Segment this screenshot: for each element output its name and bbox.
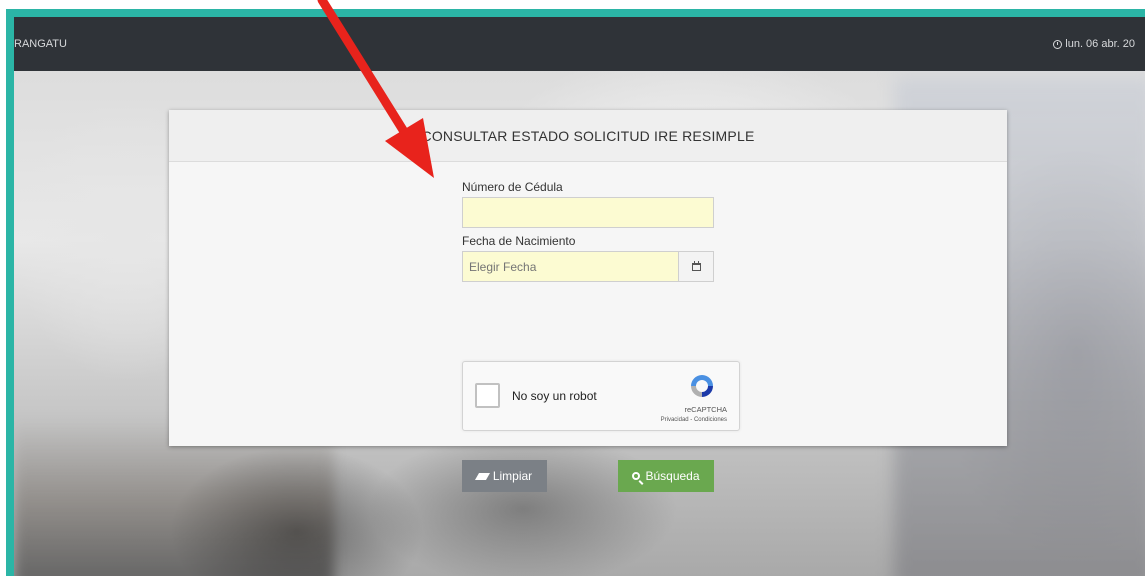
brand-name[interactable]: RANGATU — [14, 38, 67, 50]
clock-icon — [1053, 39, 1063, 49]
birthdate-label: Fecha de Nacimiento — [462, 234, 576, 248]
panel-header: CONSULTAR ESTADO SOLICITUD IRE RESIMPLE — [169, 110, 1007, 162]
date-display: lun. 06 abr. 20 — [1053, 38, 1135, 50]
panel-body: Número de Cédula Fecha de Nacimiento No … — [169, 162, 1007, 492]
recaptcha-links[interactable]: Privacidad - Condiciones — [661, 417, 727, 423]
search-button[interactable]: Búsqueda — [618, 460, 714, 492]
recaptcha-widget: No soy un robot reCAPTCHA Privacidad - C… — [462, 361, 740, 431]
date-text: lun. 06 abr. 20 — [1065, 38, 1135, 50]
cedula-label: Número de Cédula — [462, 180, 563, 194]
recaptcha-brand: reCAPTCHA — [684, 405, 727, 414]
panel-title: CONSULTAR ESTADO SOLICITUD IRE RESIMPLE — [421, 127, 755, 144]
browser-frame: RANGATU lun. 06 abr. 20 CONSULTAR ESTADO… — [6, 9, 1145, 576]
clear-button[interactable]: Limpiar — [462, 460, 547, 492]
eraser-icon — [474, 472, 490, 480]
top-navbar: RANGATU lun. 06 abr. 20 — [14, 17, 1145, 71]
clear-button-label: Limpiar — [492, 469, 533, 483]
recaptcha-checkbox[interactable] — [475, 383, 500, 408]
query-form-panel: CONSULTAR ESTADO SOLICITUD IRE RESIMPLE … — [169, 110, 1007, 492]
recaptcha-logo-icon — [691, 375, 713, 397]
birthdate-input[interactable] — [462, 251, 679, 282]
recaptcha-label: No soy un robot — [512, 389, 597, 403]
calendar-icon — [691, 260, 701, 271]
search-icon — [632, 472, 641, 480]
cedula-input[interactable] — [462, 197, 714, 228]
calendar-button[interactable] — [678, 251, 714, 282]
search-button-label: Búsqueda — [645, 469, 700, 483]
